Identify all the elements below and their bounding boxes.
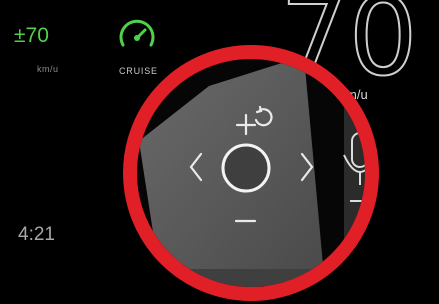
center-button[interactable]	[221, 143, 271, 193]
clock-time: 4:21	[18, 224, 55, 245]
zoom-lens	[123, 45, 379, 301]
